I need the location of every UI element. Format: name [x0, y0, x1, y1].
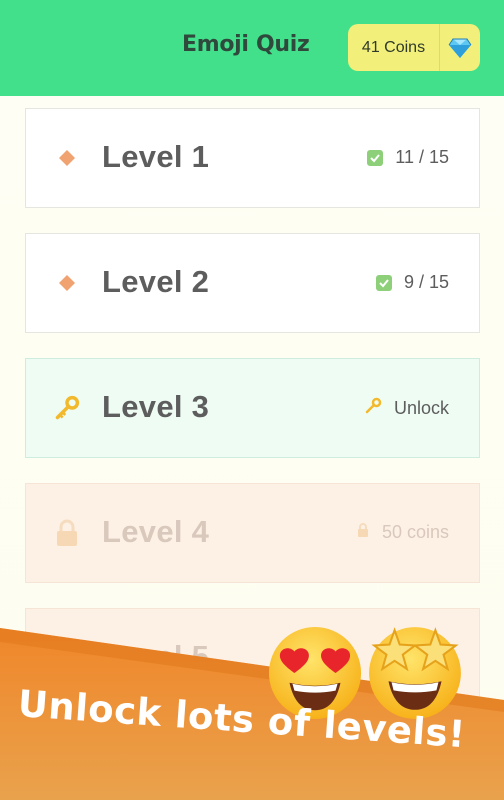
cost-text: 50 coins [381, 522, 449, 542]
key-icon [54, 393, 80, 423]
progress-text: 11 / 15 [395, 147, 449, 167]
app-header: Emoji Quiz 41 Coins [0, 0, 504, 96]
check-icon [375, 274, 392, 291]
level-card-4[interactable]: Level 4 50 coins [25, 483, 480, 583]
level-name: Level 3 [102, 389, 210, 424]
diamond-icon [54, 268, 80, 298]
lock-icon [356, 522, 370, 543]
level-name: Level 4 [102, 514, 210, 549]
unlock-label: Unlock [393, 398, 449, 418]
level-card-3[interactable]: Level 3 Unlock [25, 358, 480, 458]
check-icon [367, 149, 384, 166]
coins-count: 41 Coins [361, 38, 426, 56]
gem-icon[interactable] [440, 24, 480, 71]
app-title: Emoji Quiz [182, 32, 310, 57]
level-progress: 11 / 15 [367, 147, 449, 168]
key-icon [364, 397, 382, 420]
level-card-1[interactable]: Level 1 11 / 15 [25, 108, 480, 208]
level-name: Level 2 [102, 264, 210, 299]
level-cost: 50 coins [356, 522, 449, 543]
unlock-button[interactable]: Unlock [364, 397, 449, 420]
level-name: Level 1 [102, 139, 210, 174]
level-name: Level 5 [102, 639, 210, 674]
level-progress: 9 / 15 [375, 272, 449, 293]
progress-text: 9 / 15 [403, 272, 449, 292]
diamond-icon [54, 143, 80, 173]
level-card-2[interactable]: Level 2 9 / 15 [25, 233, 480, 333]
lock-icon [54, 518, 80, 548]
coins-button[interactable]: 41 Coins [348, 24, 480, 71]
